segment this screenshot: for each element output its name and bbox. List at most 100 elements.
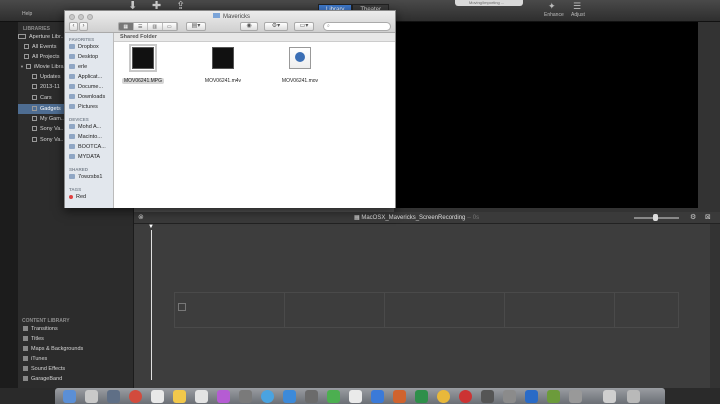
drop-target-icon bbox=[178, 303, 186, 311]
sidebar-item-label: MYDATA bbox=[78, 154, 101, 160]
mail-icon[interactable] bbox=[283, 390, 296, 403]
photos-icon[interactable] bbox=[349, 390, 362, 403]
timeline-scrollbar[interactable] bbox=[710, 224, 720, 388]
playhead[interactable] bbox=[151, 230, 152, 380]
launchpad-icon[interactable] bbox=[85, 390, 98, 403]
trash-icon[interactable] bbox=[627, 390, 640, 403]
icon-view-button[interactable]: ▦ bbox=[119, 23, 134, 30]
arrange-button[interactable]: ▤▾ bbox=[186, 22, 206, 31]
expand-icon[interactable]: ⊠ bbox=[705, 213, 711, 221]
sidebar-item-shared[interactable]: 7owzsbs1 bbox=[69, 174, 102, 180]
skype-icon[interactable] bbox=[525, 390, 538, 403]
terminal-icon[interactable] bbox=[481, 390, 494, 403]
tags-heading: TAGS bbox=[69, 187, 82, 192]
event-item-label: My Gam... bbox=[40, 116, 66, 122]
zoom-slider-knob[interactable] bbox=[653, 214, 658, 221]
action-gear-icon[interactable]: ⚙▾ bbox=[264, 22, 288, 31]
clip-placeholder bbox=[175, 293, 285, 327]
close-window-button[interactable] bbox=[69, 14, 75, 20]
event-icon bbox=[32, 126, 37, 132]
content-header: Shared Folder bbox=[114, 33, 395, 42]
safari-icon[interactable] bbox=[107, 390, 120, 403]
clip-drop-lane[interactable] bbox=[174, 292, 679, 328]
word-icon[interactable] bbox=[371, 390, 384, 403]
file-item[interactable]: MOV06241.m4v bbox=[198, 47, 248, 87]
quicktime-file-icon bbox=[289, 47, 311, 69]
import-progress[interactable]: Moving/Importing ... bbox=[455, 0, 523, 6]
itunes-app-icon[interactable] bbox=[217, 390, 230, 403]
column-view-button[interactable]: ▥ bbox=[148, 23, 163, 30]
transitions-icon bbox=[23, 326, 28, 332]
sidebar-item-tag-red[interactable]: Red bbox=[69, 194, 86, 200]
finder-titlebar[interactable]: Mavericks ‹ › ▦ ☰ ▥ ▭ ▤▾ ◉ ⚙▾ ▭▾ ⌕ bbox=[65, 11, 395, 33]
reminders-icon[interactable] bbox=[195, 390, 208, 403]
event-item-label: Cars bbox=[40, 95, 52, 101]
desktop-icon bbox=[69, 54, 75, 60]
chrome-icon[interactable] bbox=[437, 390, 450, 403]
sidebar-item-label: Desktop bbox=[78, 54, 99, 60]
content-library-item[interactable]: Transitions bbox=[23, 326, 58, 332]
search-input[interactable]: ⌕ bbox=[323, 22, 391, 31]
downloads-stack-icon[interactable] bbox=[603, 390, 616, 403]
content-library-item[interactable]: GarageBand bbox=[23, 376, 62, 382]
content-library-item[interactable]: Sound Effects bbox=[23, 366, 65, 372]
back-button[interactable]: ‹ bbox=[69, 22, 78, 31]
notes-icon[interactable] bbox=[173, 390, 186, 403]
sidebar-item-pictures[interactable]: Pictures bbox=[69, 104, 98, 110]
sidebar-item-downloads[interactable]: Downloads bbox=[69, 94, 105, 100]
disclosure-triangle-icon[interactable]: ▼ bbox=[20, 64, 24, 69]
preview-icon[interactable] bbox=[503, 390, 516, 403]
sidebar-item-applications[interactable]: Applicat... bbox=[69, 74, 102, 80]
sidebar-item-device[interactable]: MYDATA bbox=[69, 154, 100, 160]
clip-placeholder bbox=[505, 293, 615, 327]
disk-icon bbox=[69, 134, 75, 140]
forward-button[interactable]: › bbox=[79, 22, 88, 31]
app-store-icon[interactable] bbox=[261, 390, 274, 403]
video-viewer[interactable] bbox=[394, 22, 698, 208]
sidebar-item-home[interactable]: erle bbox=[69, 64, 87, 70]
list-view-button[interactable]: ☰ bbox=[133, 23, 148, 30]
sidebar-item-device[interactable]: Mohd A... bbox=[69, 124, 101, 130]
event-icon bbox=[32, 137, 37, 143]
enhance-icon[interactable]: ✦ bbox=[548, 1, 556, 12]
powerpoint-icon[interactable] bbox=[393, 390, 406, 403]
adjust-icon[interactable]: ☰ bbox=[573, 1, 581, 12]
devices-heading: DEVICES bbox=[69, 117, 89, 122]
utilities-icon[interactable] bbox=[569, 390, 582, 403]
finder-content[interactable]: Shared Folder MOV06241.MPG MOV06241.m4v … bbox=[114, 33, 395, 208]
adjust-label[interactable]: Adjust bbox=[571, 12, 585, 18]
app-icon-green[interactable] bbox=[547, 390, 560, 403]
system-preferences-icon[interactable] bbox=[239, 390, 252, 403]
enhance-label[interactable]: Enhance bbox=[544, 12, 564, 18]
opera-icon[interactable] bbox=[459, 390, 472, 403]
app-icon[interactable] bbox=[129, 390, 142, 403]
minimize-window-button[interactable] bbox=[78, 14, 84, 20]
help-label[interactable]: Help bbox=[22, 11, 32, 17]
share-icon[interactable]: ▭▾ bbox=[294, 22, 314, 31]
project-name: MacOSX_Mavericks_ScreenRecording bbox=[361, 215, 466, 221]
calendar-icon[interactable] bbox=[151, 390, 164, 403]
sidebar-item-desktop[interactable]: Desktop bbox=[69, 54, 98, 60]
file-item-selected[interactable]: MOV06241.MPG bbox=[118, 44, 168, 87]
timeline[interactable]: ▼ bbox=[134, 224, 710, 388]
sidebar-item-device[interactable]: BOOTCA... bbox=[69, 144, 106, 150]
excel-icon[interactable] bbox=[415, 390, 428, 403]
imovie-icon[interactable] bbox=[305, 390, 318, 403]
settings-icon[interactable]: ⚙ bbox=[690, 213, 696, 221]
sidebar-item-dropbox[interactable]: Dropbox bbox=[69, 44, 99, 50]
quicklook-eye-icon[interactable]: ◉ bbox=[240, 22, 258, 31]
zoom-window-button[interactable] bbox=[87, 14, 93, 20]
content-library-item[interactable]: Maps & Backgrounds bbox=[23, 346, 83, 352]
close-icon[interactable]: ⊗ bbox=[138, 213, 144, 221]
finder-icon[interactable] bbox=[63, 390, 76, 403]
sidebar-item-documents[interactable]: Docume... bbox=[69, 84, 103, 90]
library-item-label: All Projects bbox=[32, 54, 60, 60]
cover-flow-button[interactable]: ▭ bbox=[162, 23, 177, 30]
sidebar-item-label: erle bbox=[78, 64, 88, 70]
facetime-icon[interactable] bbox=[327, 390, 340, 403]
sidebar-item-device[interactable]: Macinto... bbox=[69, 134, 102, 140]
content-library-item[interactable]: iTunes bbox=[23, 356, 47, 362]
content-library-item[interactable]: Titles bbox=[23, 336, 44, 342]
file-item[interactable]: MOV06241.mov bbox=[275, 47, 325, 87]
event-icon bbox=[32, 95, 37, 101]
